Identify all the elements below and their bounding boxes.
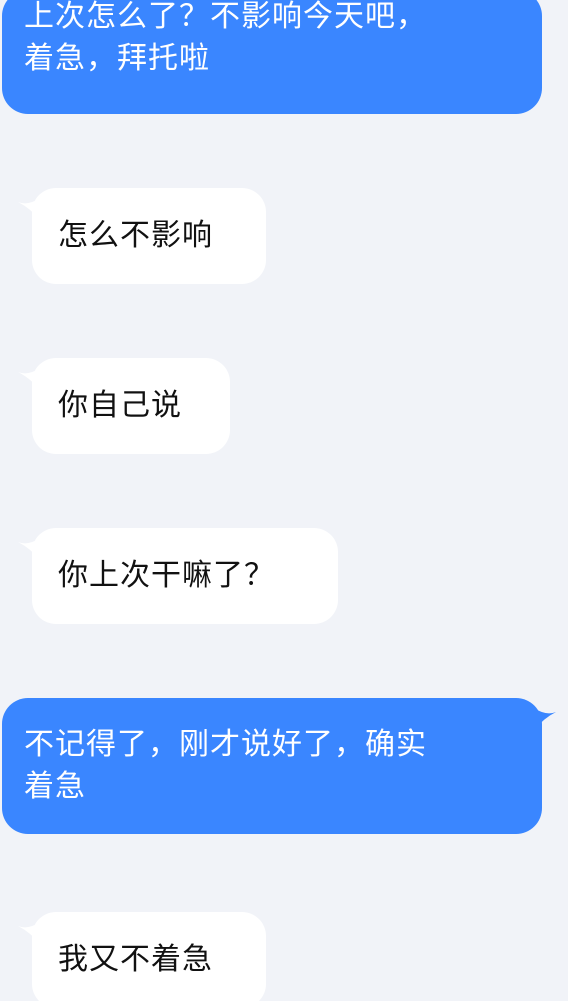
chat-thread: 上次怎么了？不影响今天吧， 着急，拜托啦 怎么不影响 你自己说 你上次干嘛了？ … bbox=[0, 0, 568, 1001]
incoming-message-bubble[interactable]: 你上次干嘛了？ bbox=[32, 528, 338, 624]
incoming-message-bubble[interactable]: 我又不着急 bbox=[32, 912, 266, 1001]
message-text: 上次怎么了？不影响今天吧， 着急，拜托啦 bbox=[24, 0, 427, 76]
message-text: 你自己说 bbox=[58, 388, 182, 423]
message-text: 我又不着急 bbox=[58, 942, 213, 977]
outgoing-message-bubble[interactable]: 上次怎么了？不影响今天吧， 着急，拜托啦 bbox=[2, 0, 542, 114]
incoming-message-bubble[interactable]: 怎么不影响 bbox=[32, 188, 266, 284]
message-text: 怎么不影响 bbox=[58, 218, 213, 253]
message-text: 你上次干嘛了？ bbox=[58, 558, 275, 593]
outgoing-bubble-tail bbox=[534, 708, 556, 730]
message-text: 不记得了，刚才说好了，确实 着急 bbox=[24, 727, 427, 804]
incoming-bubble-tail bbox=[18, 538, 40, 560]
outgoing-message-bubble[interactable]: 不记得了，刚才说好了，确实 着急 bbox=[2, 698, 542, 834]
incoming-bubble-tail bbox=[18, 922, 40, 944]
incoming-bubble-tail bbox=[18, 368, 40, 390]
incoming-message-bubble[interactable]: 你自己说 bbox=[32, 358, 230, 454]
incoming-bubble-tail bbox=[18, 198, 40, 220]
